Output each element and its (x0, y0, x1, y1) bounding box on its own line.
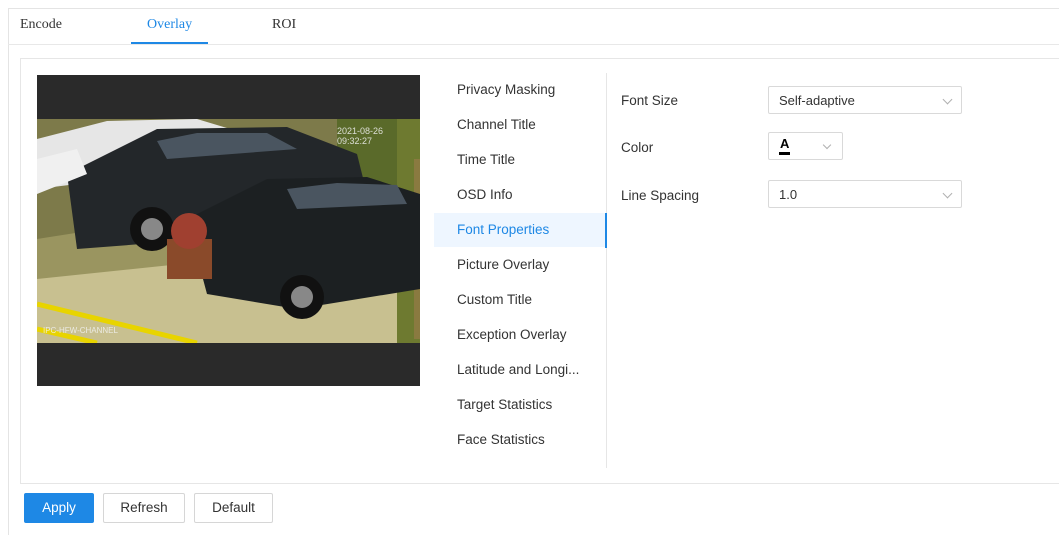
menu-item-font-properties[interactable]: Font Properties (434, 213, 606, 247)
active-menu-indicator (605, 213, 607, 248)
refresh-button[interactable]: Refresh (103, 493, 185, 523)
line-spacing-label: Line Spacing (621, 188, 700, 203)
default-button[interactable]: Default (194, 493, 273, 523)
color-swatch (779, 152, 790, 155)
menu-item-target-statistics[interactable]: Target Statistics (434, 388, 606, 422)
video-preview[interactable]: 2021-08-26 09:32:27 IPC-HFW-CHANNEL (37, 75, 420, 386)
chevron-down-icon (942, 94, 953, 105)
menu-item-picture-overlay[interactable]: Picture Overlay (434, 248, 606, 282)
line-spacing-value: 1.0 (779, 187, 798, 202)
osd-channel-title: IPC-HFW-CHANNEL (43, 326, 118, 335)
camera-scene-image (37, 119, 420, 343)
apply-button[interactable]: Apply (24, 493, 94, 523)
active-tab-indicator (131, 42, 208, 44)
menu-item-time-title[interactable]: Time Title (434, 143, 606, 177)
menu-item-channel-title[interactable]: Channel Title (434, 108, 606, 142)
tab-overlay[interactable]: Overlay (147, 17, 192, 33)
color-label: Color (621, 140, 654, 155)
menu-item-latitude-longitude[interactable]: Latitude and Longi... (434, 353, 606, 387)
chevron-down-icon (942, 188, 953, 199)
menu-item-osd-info[interactable]: OSD Info (434, 178, 606, 212)
menu-item-custom-title[interactable]: Custom Title (434, 283, 606, 317)
chevron-down-icon (822, 140, 832, 150)
osd-timestamp: 2021-08-26 09:32:27 (337, 126, 384, 146)
font-size-label: Font Size (621, 93, 679, 108)
line-spacing-select[interactable]: 1.0 (768, 180, 962, 208)
menu-item-privacy-masking[interactable]: Privacy Masking (434, 73, 606, 107)
menu-item-exception-overlay[interactable]: Exception Overlay (434, 318, 606, 352)
font-size-select[interactable]: Self-adaptive (768, 86, 962, 114)
tab-encode[interactable]: Encode (20, 17, 62, 33)
menu-item-face-statistics[interactable]: Face Statistics (434, 423, 606, 457)
color-picker[interactable]: A (768, 132, 843, 160)
font-color-icon: A (780, 136, 790, 151)
menu-divider (606, 73, 607, 468)
tab-roi[interactable]: ROI (272, 17, 296, 33)
font-size-value: Self-adaptive (779, 93, 855, 108)
